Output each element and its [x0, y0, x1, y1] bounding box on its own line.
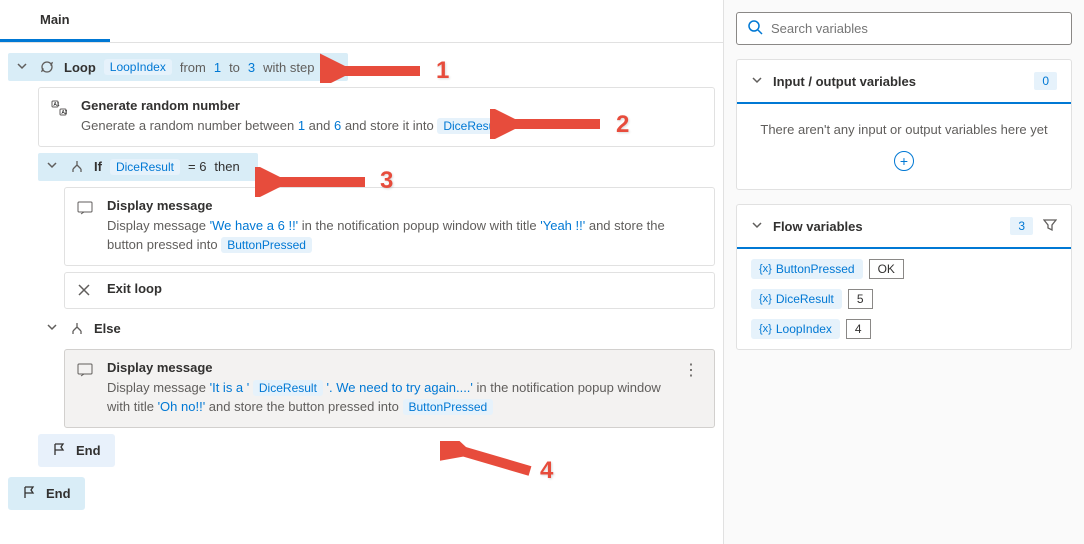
flag-icon	[52, 442, 68, 459]
flow-var-chip[interactable]: {x}ButtonPressed	[751, 259, 863, 279]
search-variables[interactable]	[736, 12, 1072, 45]
flow-var-value: 5	[848, 289, 873, 309]
step-else[interactable]: Else	[38, 315, 129, 343]
branch-icon	[68, 159, 86, 175]
add-io-variable[interactable]: +	[894, 151, 914, 171]
flow-var-value: 4	[846, 319, 871, 339]
gen-desc-1: Generate a random number between	[81, 118, 298, 133]
loop-from-value: 1	[214, 60, 221, 75]
gen-result-var: DiceResult	[437, 118, 507, 134]
msg1-d2: in the notification popup window with ti…	[298, 218, 540, 233]
if-then: then	[214, 159, 239, 174]
end-loop-label: End	[46, 486, 71, 501]
loop-index-var: LoopIndex	[104, 59, 172, 75]
annotation-num-2: 2	[616, 111, 629, 139]
loop-text-step: with step	[263, 60, 314, 75]
svg-text:A1: A1	[54, 102, 60, 108]
chevron-down-icon	[46, 159, 60, 174]
flow-count: 3	[1010, 217, 1033, 235]
exit-icon	[77, 283, 95, 300]
flow-var-row: {x}ButtonPressed OK	[751, 259, 1057, 279]
chevron-down-icon	[46, 321, 60, 336]
gen-title: Generate random number	[81, 98, 702, 113]
loop-icon	[38, 59, 56, 75]
message-icon	[77, 200, 95, 219]
chevron-down-icon	[751, 74, 763, 89]
end-if[interactable]: End	[38, 434, 115, 467]
more-actions[interactable]: ⋮	[679, 360, 702, 380]
loop-label: Loop	[64, 60, 96, 75]
gen-desc-3: and store it into	[341, 118, 437, 133]
step-if[interactable]: If DiceResult = 6 then	[38, 153, 258, 181]
if-operator: = 6	[188, 159, 206, 174]
gen-desc-2: and	[305, 118, 334, 133]
loop-text-to: to	[229, 60, 240, 75]
msg2-q2: '. We need to try again....'	[327, 380, 473, 395]
io-count: 0	[1034, 72, 1057, 90]
msg1-q1: 'We have a 6 !!'	[210, 218, 299, 233]
loop-to-value: 3	[248, 60, 255, 75]
chevron-down-icon	[16, 60, 30, 75]
msg2-q3: 'Oh no!!'	[158, 399, 206, 414]
search-icon	[747, 19, 763, 38]
chevron-down-icon	[751, 219, 763, 234]
step-display-msg-2[interactable]: Display message Display message 'It is a…	[64, 349, 715, 428]
flow-panel-header[interactable]: Flow variables 3	[737, 205, 1071, 249]
step-exit-loop[interactable]: Exit loop	[64, 272, 715, 309]
filter-icon[interactable]	[1043, 218, 1057, 235]
flow-var-chip[interactable]: {x}LoopIndex	[751, 319, 840, 339]
step-generate-random[interactable]: A1A2 Generate random number Generate a r…	[38, 87, 715, 147]
random-icon: A1A2	[51, 100, 69, 119]
msg1-q2: 'Yeah !!'	[540, 218, 585, 233]
msg1-title: Display message	[107, 198, 702, 213]
gen-min: 1	[298, 118, 305, 133]
if-var: DiceResult	[110, 159, 180, 175]
msg2-d1: Display message	[107, 380, 210, 395]
flow-var-row: {x}DiceResult 5	[751, 289, 1057, 309]
flow-variables-panel: Flow variables 3 {x}ButtonPressed OK {x}…	[736, 204, 1072, 350]
tab-main[interactable]: Main	[0, 0, 110, 42]
end-if-label: End	[76, 443, 101, 458]
loop-text-from: from	[180, 60, 206, 75]
flow-var-chip[interactable]: {x}DiceResult	[751, 289, 842, 309]
flow-var-value: OK	[869, 259, 904, 279]
flag-icon	[22, 485, 38, 502]
step-loop[interactable]: Loop LoopIndex from 1 to 3 with step 1	[8, 53, 348, 81]
message-icon	[77, 362, 95, 381]
msg1-var: ButtonPressed	[221, 237, 312, 253]
annotation-num-1: 1	[436, 57, 449, 85]
step-display-msg-1[interactable]: Display message Display message 'We have…	[64, 187, 715, 266]
if-label: If	[94, 159, 102, 174]
flow-var-row: {x}LoopIndex 4	[751, 319, 1057, 339]
msg2-var1: DiceResult	[253, 380, 323, 396]
msg2-title: Display message	[107, 360, 667, 375]
else-label: Else	[94, 321, 121, 336]
msg1-d1: Display message	[107, 218, 210, 233]
annotation-num-4: 4	[540, 457, 553, 485]
svg-text:A2: A2	[62, 110, 68, 116]
flow-title: Flow variables	[773, 219, 1000, 234]
msg2-q1: 'It is a '	[210, 380, 250, 395]
annotation-num-3: 3	[380, 167, 393, 195]
exit-title: Exit loop	[107, 281, 162, 296]
msg2-var2: ButtonPressed	[403, 399, 494, 415]
io-panel-header[interactable]: Input / output variables 0	[737, 60, 1071, 104]
loop-step-value: 1	[322, 60, 329, 75]
io-empty-text: There aren't any input or output variabl…	[751, 122, 1057, 137]
end-loop[interactable]: End	[8, 477, 85, 510]
io-title: Input / output variables	[773, 74, 1024, 89]
search-input[interactable]	[771, 21, 1061, 36]
msg2-d3: and store the button pressed into	[205, 399, 402, 414]
branch-icon	[68, 321, 86, 337]
io-variables-panel: Input / output variables 0 There aren't …	[736, 59, 1072, 190]
